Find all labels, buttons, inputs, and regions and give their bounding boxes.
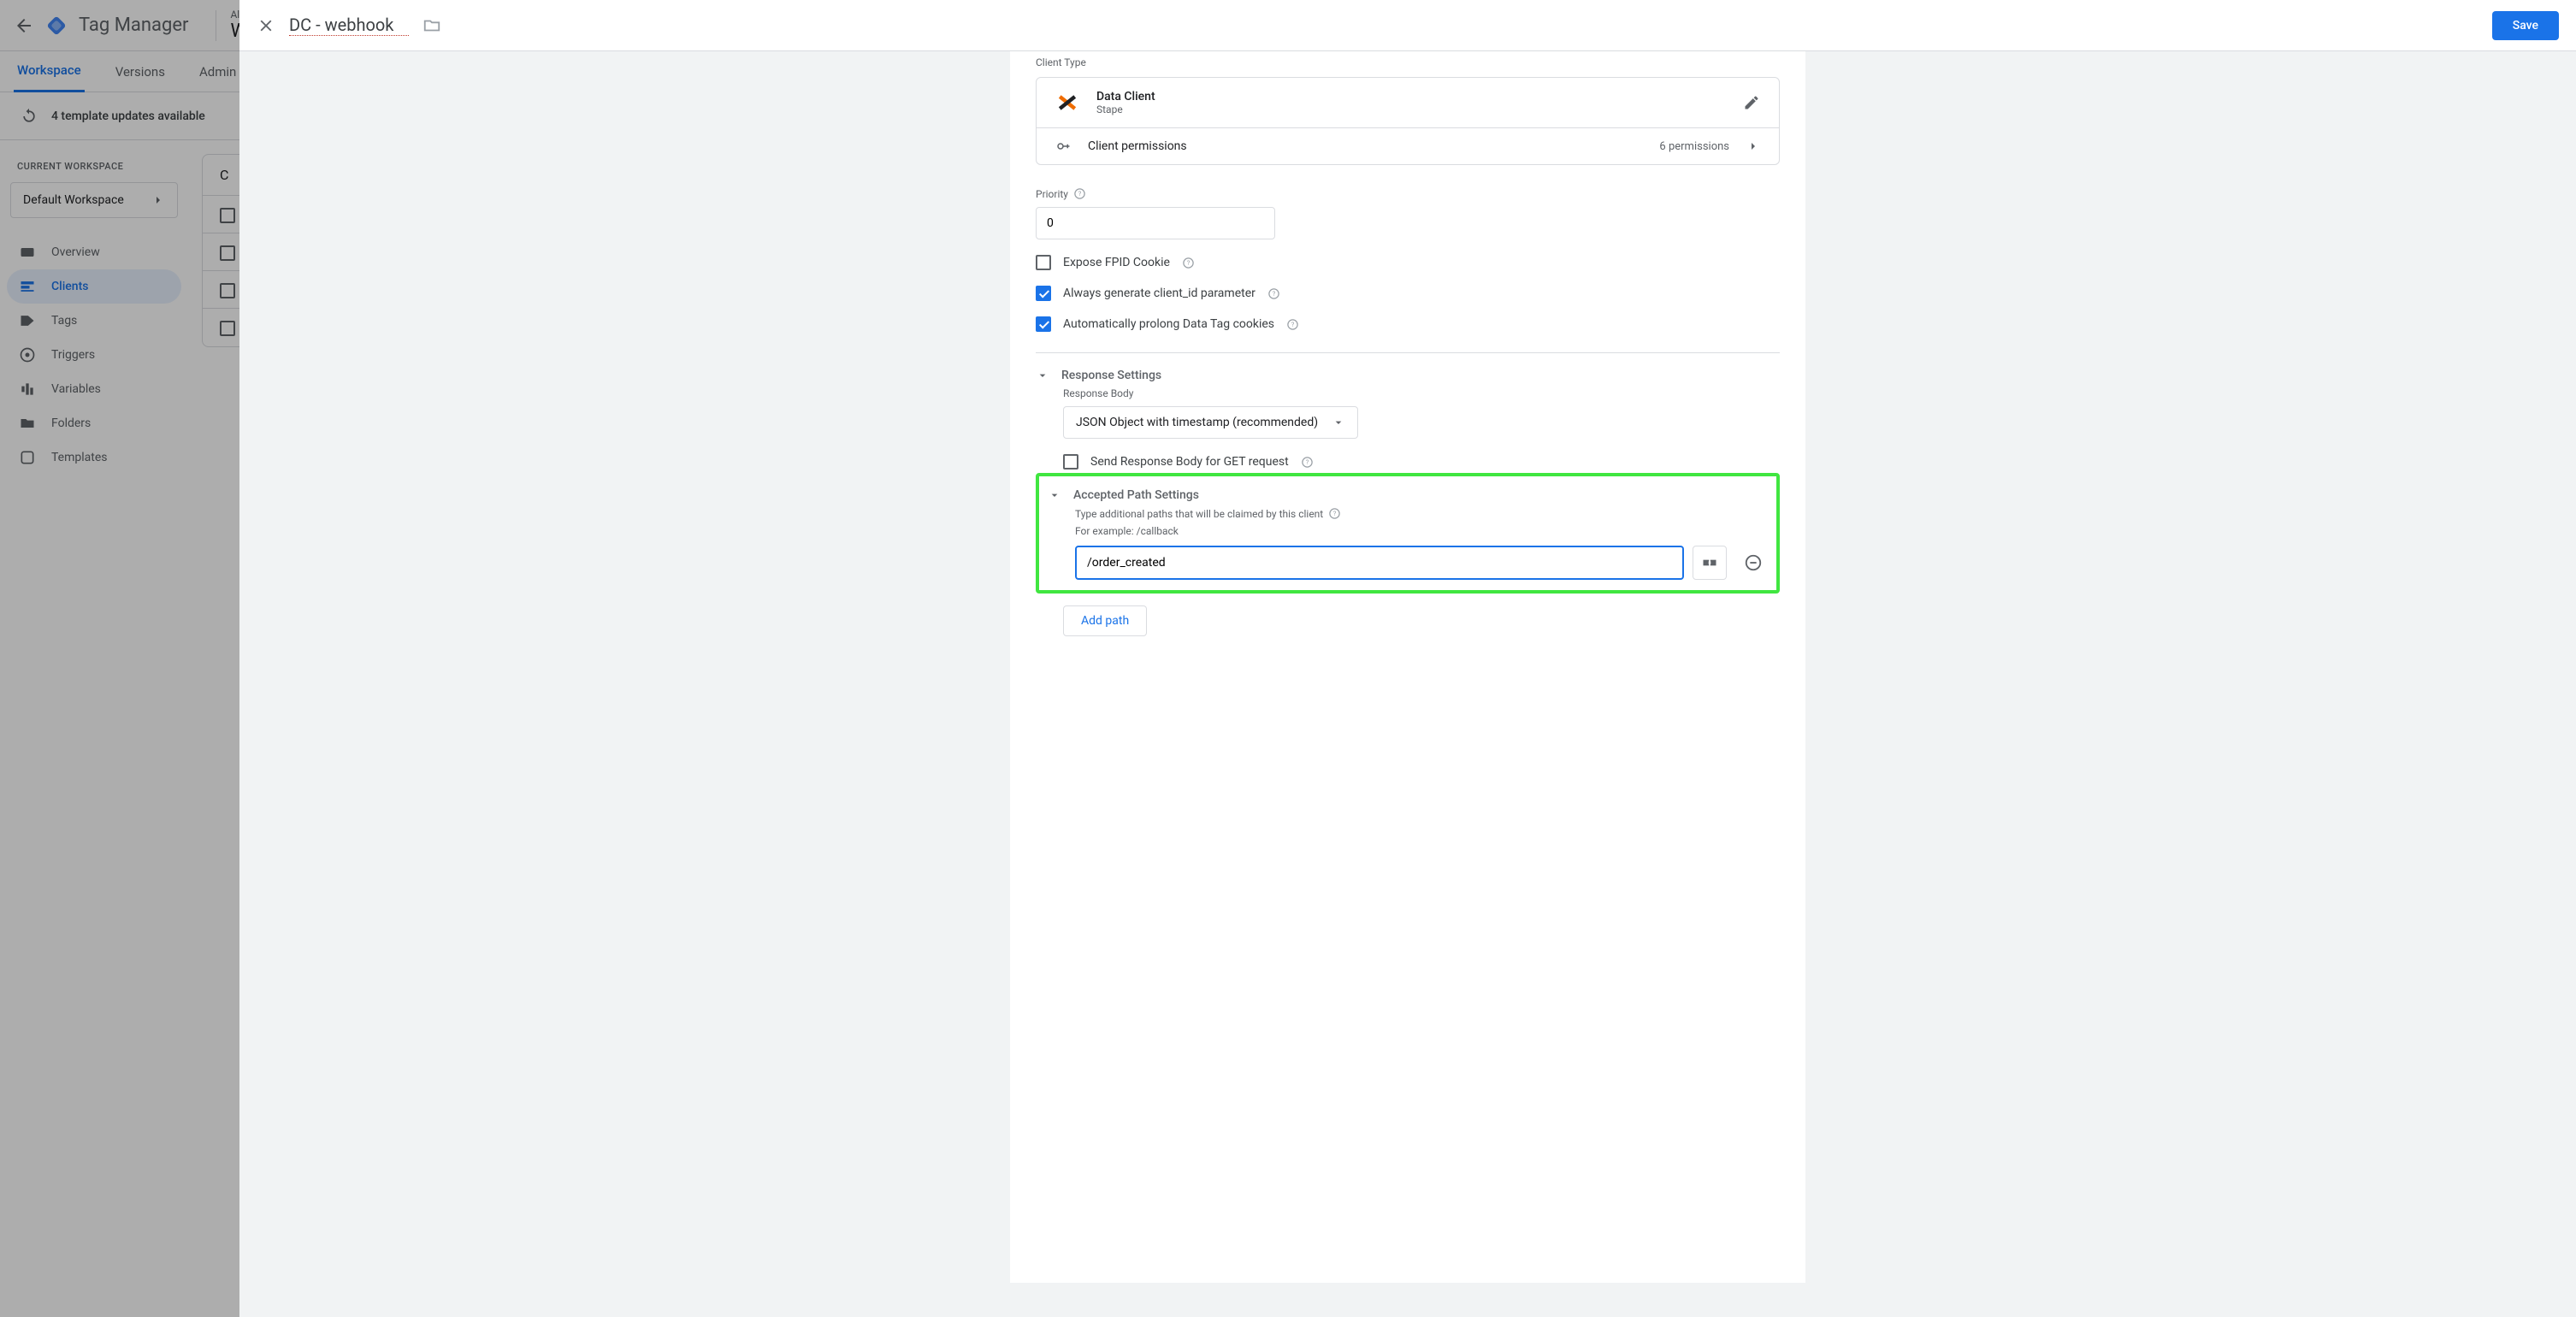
help-icon[interactable]: ? [1328,507,1341,520]
chevron-down-icon [1048,488,1061,502]
path-hint-label: Type additional paths that will be claim… [1075,507,1763,520]
config-card: Client Type Data Client Stape Client per [1010,51,1805,1283]
client-type-box: Data Client Stape Client permissions 6 p… [1036,77,1780,165]
client-name: Data Client [1096,90,1155,103]
help-icon[interactable]: ? [1182,257,1195,269]
modal-header: Save [239,0,2576,51]
response-body-label: Response Body [1063,387,1780,399]
client-name-input[interactable] [289,15,409,36]
chevron-right-icon [1746,139,1760,153]
client-id-label: Always generate client_id parameter [1063,286,1256,300]
response-settings-title: Response Settings [1061,369,1161,382]
svg-text:?: ? [1187,259,1191,267]
insert-variable-button[interactable] [1693,546,1727,580]
svg-text:?: ? [1273,290,1276,298]
expose-fpid-row[interactable]: Expose FPID Cookie ? [1036,255,1780,270]
folder-icon[interactable] [422,16,441,35]
key-icon [1055,139,1071,154]
send-get-checkbox[interactable] [1063,454,1078,470]
expose-fpid-label: Expose FPID Cookie [1063,256,1170,269]
svg-text:?: ? [1333,510,1337,517]
modal-body: Client Type Data Client Stape Client per [239,51,2576,1317]
response-body-value: JSON Object with timestamp (recommended) [1076,416,1318,429]
response-settings-header[interactable]: Response Settings [1036,353,1780,387]
svg-text:?: ? [1078,190,1082,198]
accepted-path-header[interactable]: Accepted Path Settings [1048,483,1763,507]
client-provider: Stape [1096,103,1155,115]
priority-label: Priority ? [1036,187,1780,200]
client-editor-modal: Save Client Type Data Client Stape [239,0,2576,1317]
path-input[interactable] [1075,546,1684,580]
accepted-path-highlight: Accepted Path Settings Type additional p… [1036,473,1780,594]
add-path-button[interactable]: Add path [1063,605,1147,636]
permissions-count: 6 permissions [1659,140,1729,153]
client-type-row[interactable]: Data Client Stape [1037,78,1779,127]
client-permissions-row[interactable]: Client permissions 6 permissions [1037,127,1779,164]
data-client-icon [1055,91,1079,115]
auto-prolong-label: Automatically prolong Data Tag cookies [1063,317,1274,331]
client-type-label: Client Type [1036,56,1780,68]
accepted-path-title: Accepted Path Settings [1073,488,1199,502]
save-button[interactable]: Save [2492,11,2559,40]
remove-path-icon[interactable] [1744,553,1763,572]
path-example: For example: /callback [1075,525,1763,537]
help-icon[interactable]: ? [1301,456,1314,469]
client-id-row[interactable]: Always generate client_id parameter ? [1036,286,1780,301]
chevron-down-icon [1036,369,1049,382]
send-get-label: Send Response Body for GET request [1090,455,1289,469]
help-icon[interactable]: ? [1073,187,1086,200]
variable-brick-icon [1701,554,1718,571]
auto-prolong-row[interactable]: Automatically prolong Data Tag cookies ? [1036,316,1780,332]
priority-input[interactable] [1036,207,1275,239]
response-body-select[interactable]: JSON Object with timestamp (recommended) [1063,406,1358,439]
close-icon[interactable] [257,16,275,35]
help-icon[interactable]: ? [1267,287,1280,300]
client-id-checkbox[interactable] [1036,286,1051,301]
edit-icon[interactable] [1743,94,1760,111]
help-icon[interactable]: ? [1286,318,1299,331]
auto-prolong-checkbox[interactable] [1036,316,1051,332]
permissions-label: Client permissions [1088,139,1187,153]
svg-text:?: ? [1291,321,1295,328]
dropdown-arrow-icon [1332,416,1345,429]
expose-fpid-checkbox[interactable] [1036,255,1051,270]
svg-text:?: ? [1305,458,1309,466]
send-get-row[interactable]: Send Response Body for GET request ? [1063,454,1780,470]
